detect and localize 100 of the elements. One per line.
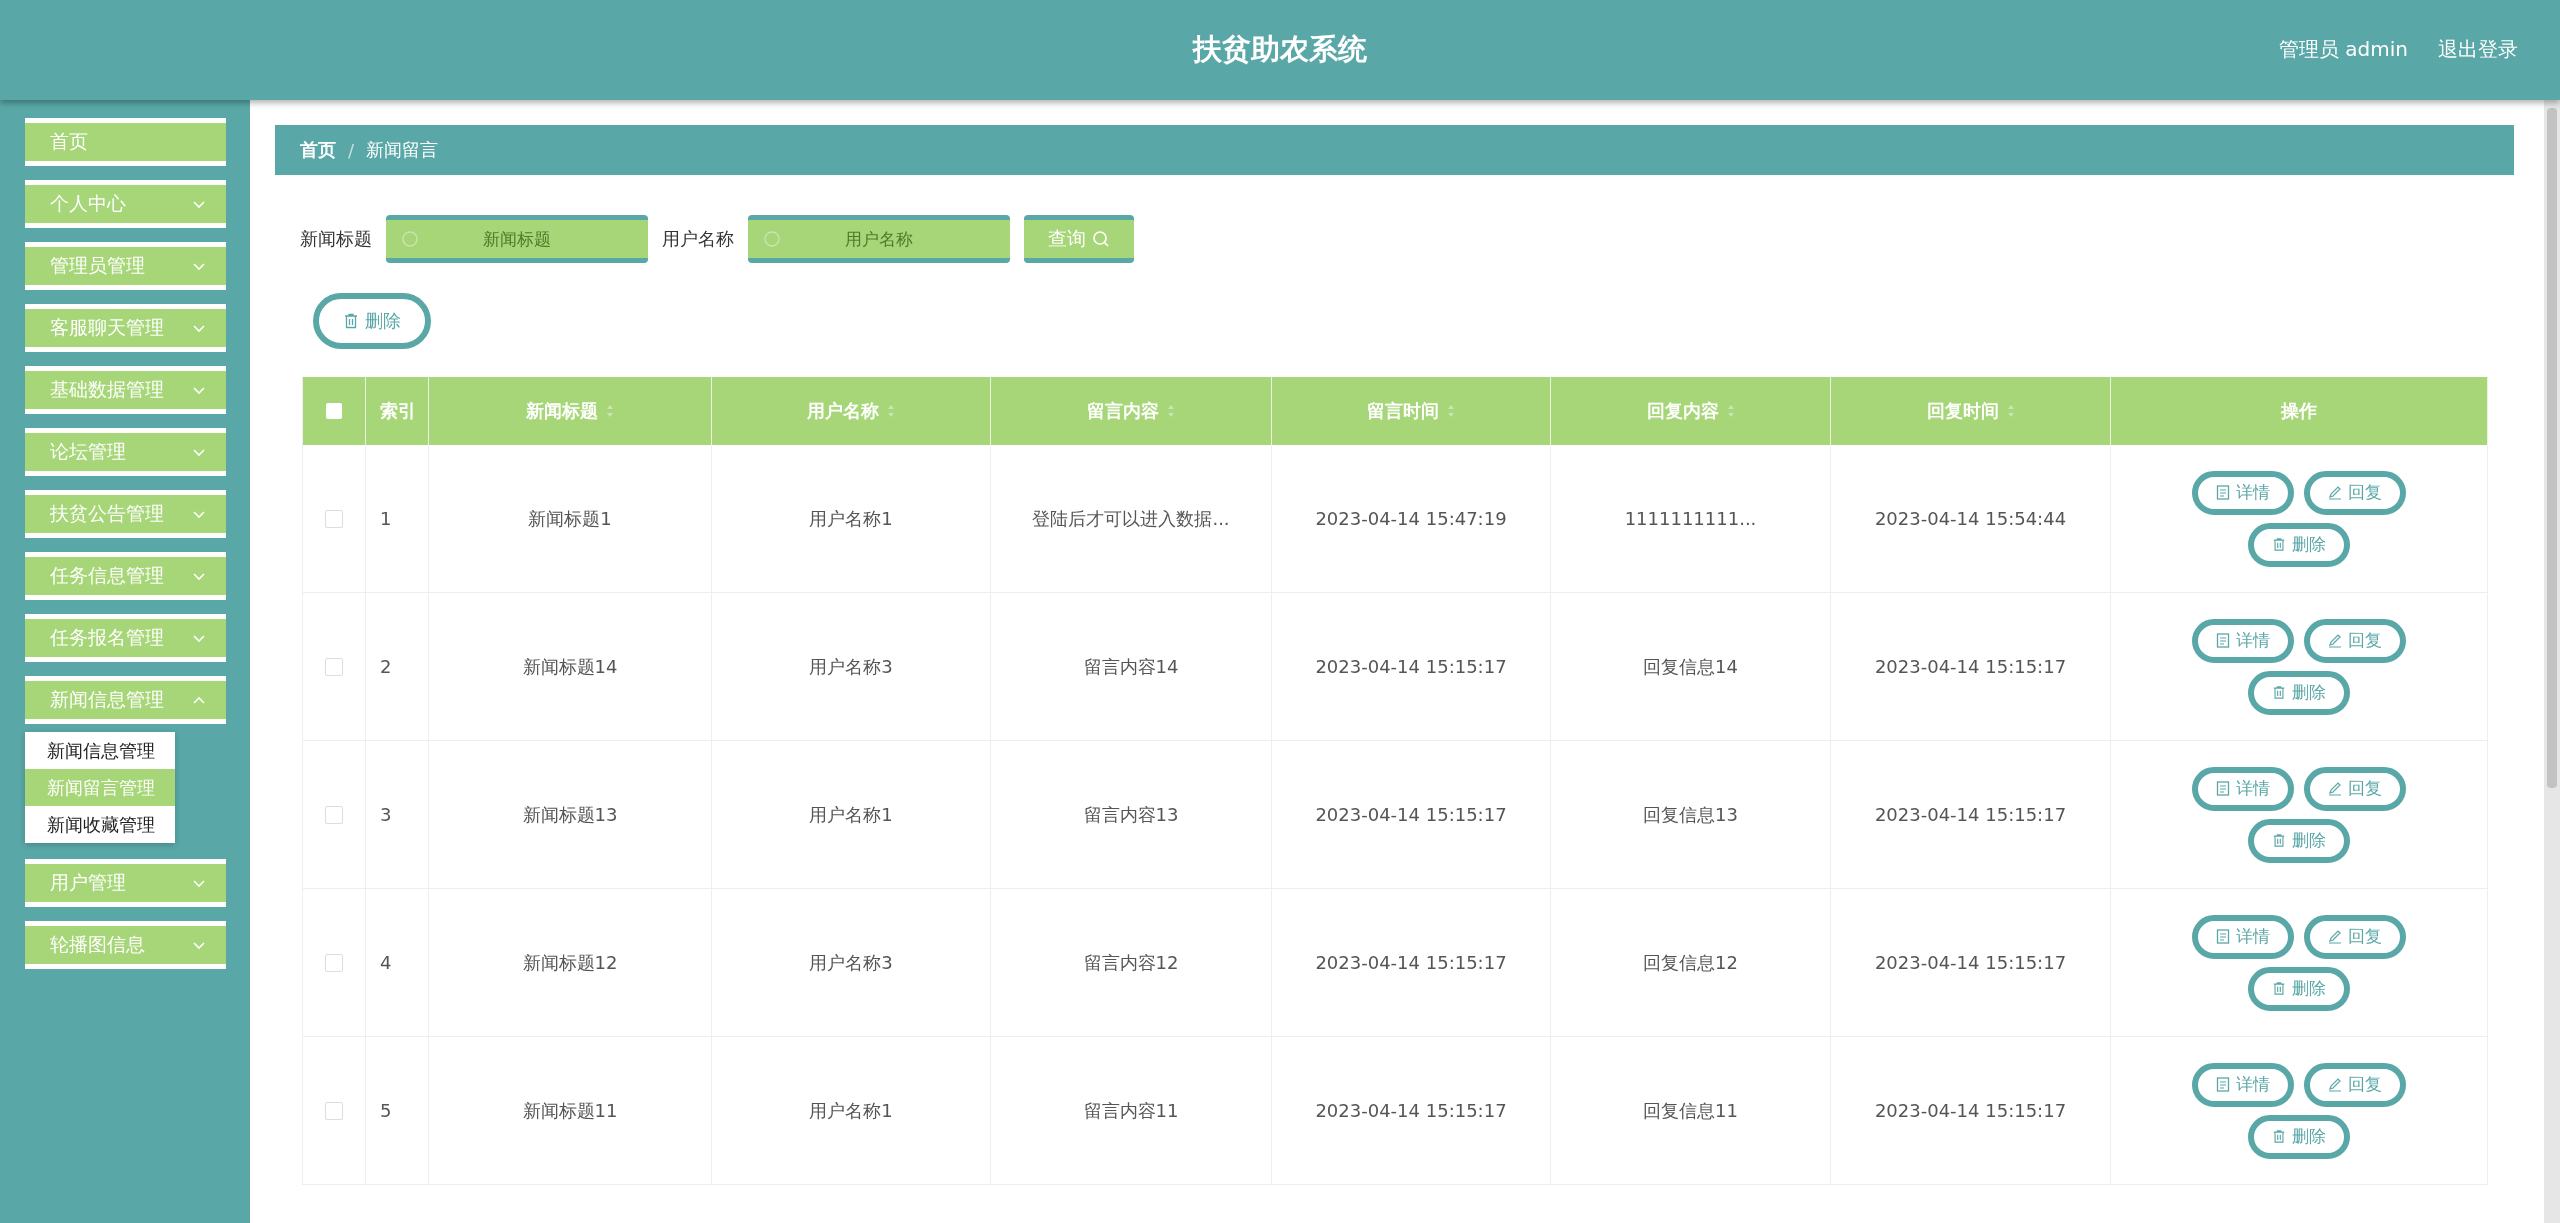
table-cell: 用户名称1	[809, 1098, 893, 1123]
table-cell: 4	[380, 952, 392, 973]
table-cell: 用户名称1	[809, 506, 893, 531]
table-cell: 2023-04-14 15:15:17	[1874, 656, 2067, 677]
sidebar-item[interactable]: 基础数据管理	[25, 366, 226, 414]
delete-button[interactable]: 删除	[2248, 522, 2350, 567]
table-cell: 1	[380, 508, 392, 529]
table-cell: 留言内容12	[1083, 950, 1179, 975]
breadcrumb-link[interactable]: 首页	[300, 138, 336, 162]
sidebar-item[interactable]: 首页	[25, 118, 226, 166]
reply-button[interactable]: 回复	[2304, 914, 2406, 959]
table-cell: 留言内容11	[1083, 1098, 1179, 1123]
row-checkbox[interactable]	[325, 1101, 343, 1120]
table-cell: 2023-04-14 15:15:17	[1315, 656, 1507, 677]
reply-button[interactable]: 回复	[2304, 766, 2406, 811]
sort-icon[interactable]	[1726, 404, 1735, 418]
sidebar-item[interactable]: 任务报名管理	[25, 614, 226, 662]
table-cell: 2023-04-14 15:15:17	[1315, 1100, 1507, 1121]
sidebar-item[interactable]: 用户管理	[25, 859, 226, 907]
table-cell: 留言内容13	[1083, 802, 1179, 827]
sidebar-item[interactable]: 客服聊天管理	[25, 304, 226, 352]
sidebar-item[interactable]: 管理员管理	[25, 242, 226, 290]
row-checkbox[interactable]	[325, 953, 343, 972]
sidebar-item[interactable]: 个人中心	[25, 180, 226, 228]
sort-icon[interactable]	[1447, 404, 1455, 418]
detail-button[interactable]: 详情	[2192, 1062, 2294, 1107]
pencil-icon	[2328, 485, 2342, 500]
chevron-icon	[192, 571, 206, 581]
field-label: 新闻标题	[300, 227, 372, 251]
column-header[interactable]: 索引	[366, 377, 429, 445]
row-checkbox[interactable]	[325, 657, 343, 676]
document-icon	[2216, 781, 2230, 796]
submenu-item[interactable]: 新闻信息管理	[25, 732, 175, 769]
row-checkbox[interactable]	[325, 509, 343, 528]
reply-button[interactable]: 回复	[2304, 470, 2406, 515]
trash-icon	[2272, 833, 2286, 848]
sidebar-item[interactable]: 扶贫公告管理	[25, 490, 226, 538]
search-field[interactable]: 新闻标题	[386, 215, 648, 263]
sidebar-item[interactable]: 任务信息管理	[25, 552, 226, 600]
breadcrumb-link[interactable]: 新闻留言	[366, 138, 439, 162]
trash-icon	[2272, 537, 2286, 552]
pencil-icon	[2328, 633, 2342, 648]
column-header[interactable]: 操作	[2111, 377, 2488, 445]
column-header[interactable]: 回复内容	[1551, 377, 1831, 445]
row-checkbox[interactable]	[325, 805, 343, 824]
detail-button[interactable]: 详情	[2192, 914, 2294, 959]
sidebar-item[interactable]: 轮播图信息	[25, 921, 226, 969]
table-cell: 5	[380, 1100, 392, 1121]
sort-icon[interactable]	[1167, 404, 1175, 418]
submenu-item[interactable]: 新闻收藏管理	[25, 806, 175, 843]
submenu-item[interactable]: 新闻留言管理	[25, 769, 175, 806]
reply-button[interactable]: 回复	[2304, 618, 2406, 663]
column-header[interactable]: 留言时间	[1272, 377, 1551, 445]
detail-button[interactable]: 详情	[2192, 766, 2294, 811]
document-icon	[2216, 929, 2230, 944]
pencil-icon	[2328, 929, 2342, 944]
search-button[interactable]: 查询	[1024, 215, 1134, 263]
document-icon	[2216, 1077, 2230, 1092]
detail-button[interactable]: 详情	[2192, 618, 2294, 663]
detail-button[interactable]: 详情	[2192, 470, 2294, 515]
sort-icon[interactable]	[887, 404, 895, 418]
table-cell: 用户名称3	[809, 654, 893, 679]
table-cell: 2023-04-14 15:54:44	[1874, 508, 2067, 529]
sort-icon[interactable]	[2006, 404, 2015, 418]
logout-link[interactable]: 退出登录	[2438, 36, 2518, 63]
table-cell: 新闻标题12	[522, 950, 618, 975]
delete-button[interactable]: 删除	[2248, 670, 2350, 715]
table-cell: 回复信息14	[1643, 654, 1738, 679]
chevron-icon	[192, 199, 206, 209]
trash-icon	[2272, 981, 2286, 996]
app-title: 扶贫助农系统	[1193, 31, 1367, 68]
chevron-icon	[192, 323, 206, 333]
delete-button[interactable]: 删除	[2248, 818, 2350, 863]
table-cell: 2023-04-14 15:15:17	[1874, 804, 2067, 825]
search-field[interactable]: 用户名称	[748, 215, 1010, 263]
sort-icon[interactable]	[606, 404, 614, 418]
select-all-checkbox[interactable]	[326, 403, 342, 419]
table-cell: 登陆后才可以进入数据...	[1032, 506, 1230, 531]
chevron-icon	[192, 695, 206, 705]
chevron-icon	[192, 447, 206, 457]
table-cell: 用户名称3	[809, 950, 893, 975]
column-header[interactable]: 用户名称	[712, 377, 991, 445]
trash-icon	[343, 313, 359, 329]
table-cell: 回复信息13	[1643, 802, 1738, 827]
sidebar-item[interactable]: 论坛管理	[25, 428, 226, 476]
table-cell: 新闻标题13	[522, 802, 618, 827]
scrollbar[interactable]	[2544, 100, 2560, 1223]
sidebar-item[interactable]: 新闻信息管理	[25, 676, 226, 724]
document-icon	[2216, 485, 2230, 500]
delete-button[interactable]: 删除	[2248, 1114, 2350, 1159]
delete-button[interactable]: 删除	[2248, 966, 2350, 1011]
chevron-icon	[192, 633, 206, 643]
table-cell: 留言内容14	[1083, 654, 1179, 679]
table-cell: 2023-04-14 15:15:17	[1315, 952, 1507, 973]
column-header[interactable]: 留言内容	[991, 377, 1272, 445]
column-header[interactable]: 回复时间	[1831, 377, 2111, 445]
chevron-icon	[192, 940, 206, 950]
reply-button[interactable]: 回复	[2304, 1062, 2406, 1107]
column-header[interactable]: 新闻标题	[429, 377, 712, 445]
delete-button[interactable]: 删除	[313, 293, 431, 349]
